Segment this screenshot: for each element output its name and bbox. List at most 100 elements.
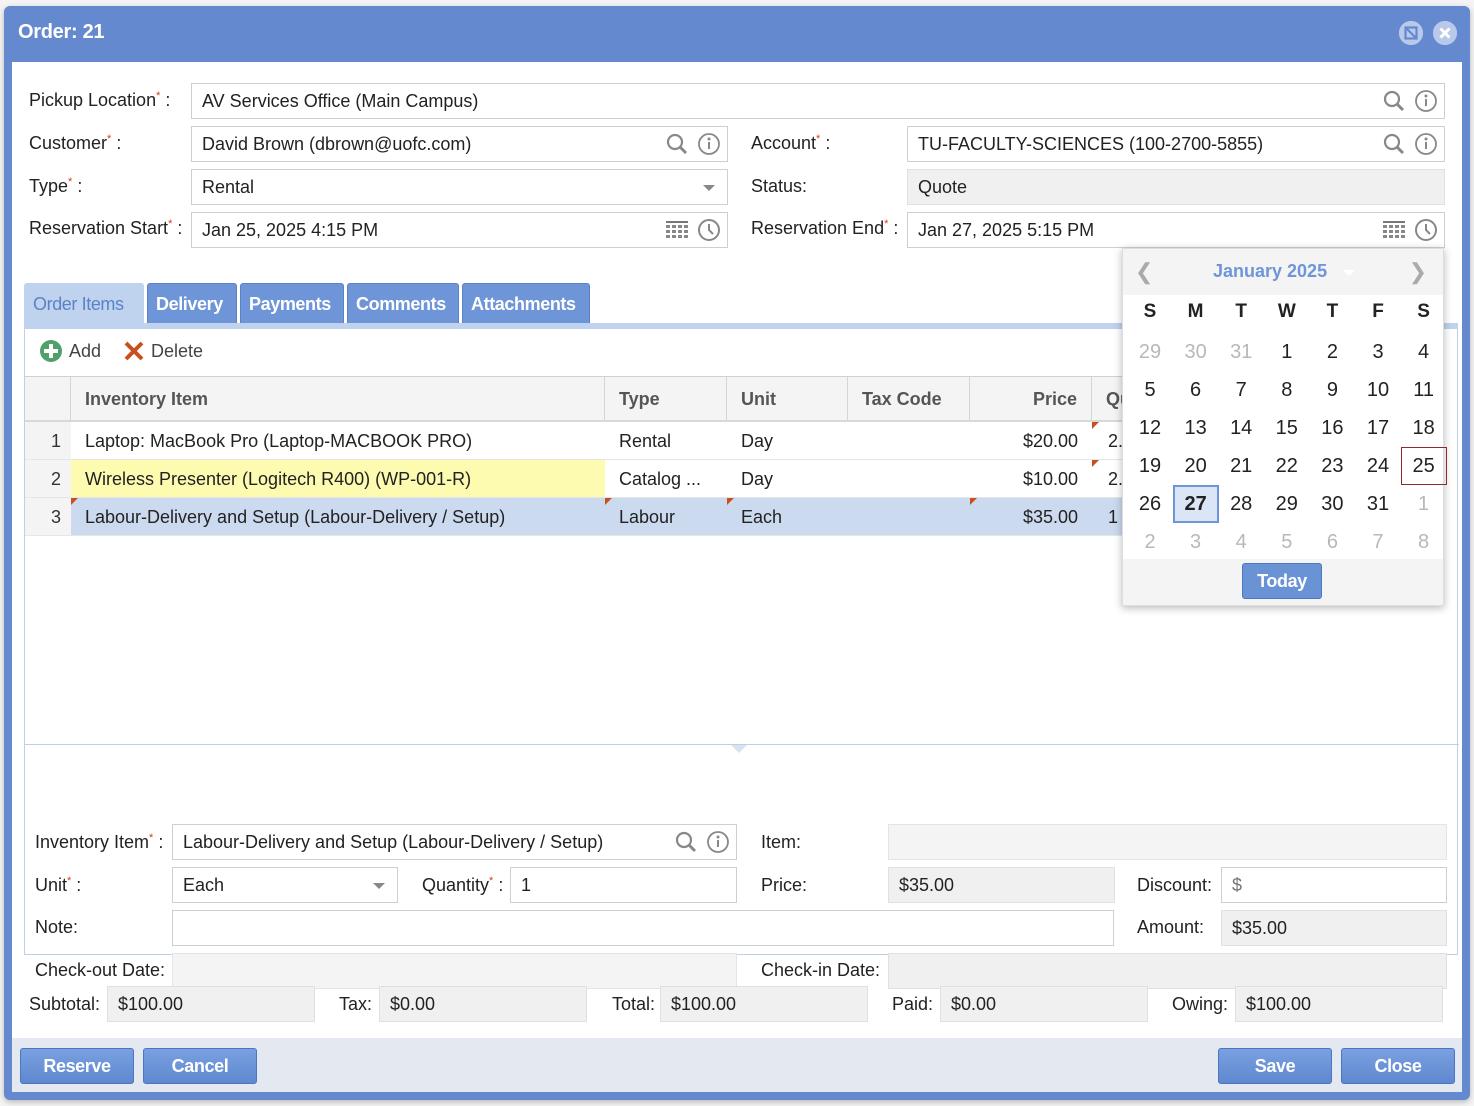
calendar-icon[interactable] — [665, 218, 689, 242]
column-header-unit[interactable]: Unit — [727, 377, 848, 421]
calendar-day[interactable]: 13 — [1173, 409, 1219, 447]
column-header-inventory-item[interactable]: Inventory Item — [71, 377, 605, 421]
collapse-arrow-icon[interactable] — [731, 745, 747, 753]
calendar-day[interactable]: 15 — [1264, 409, 1310, 447]
calendar-day[interactable]: 28 — [1218, 485, 1264, 523]
chevron-down-icon[interactable] — [373, 883, 385, 889]
pickup-location-field[interactable]: AV Services Office (Main Campus) — [191, 83, 1445, 119]
column-header-price[interactable]: Price — [970, 377, 1092, 421]
customer-value: David Brown (dbrown@uofc.com) — [202, 134, 472, 154]
calendar-day[interactable]: 7 — [1355, 523, 1401, 561]
calendar-day[interactable]: 14 — [1218, 409, 1264, 447]
calendar-day[interactable]: 24 — [1355, 447, 1401, 485]
type-select[interactable]: Rental — [191, 169, 728, 205]
calendar-day[interactable]: 3 — [1355, 333, 1401, 371]
calendar-day[interactable]: 26 — [1127, 485, 1173, 523]
calendar-day[interactable]: 31 — [1218, 333, 1264, 371]
calendar-day[interactable]: 30 — [1173, 333, 1219, 371]
inventory-item-field[interactable]: Labour-Delivery and Setup (Labour-Delive… — [172, 824, 737, 860]
calendar-day[interactable]: 29 — [1127, 333, 1173, 371]
table-row[interactable]: 1 Laptop: MacBook Pro (Laptop-MACBOOK PRO… — [25, 422, 1125, 460]
note-field[interactable] — [172, 910, 1114, 946]
discount-input[interactable] — [1221, 867, 1447, 903]
table-row[interactable]: 3 Labour-Delivery and Setup (Labour-Deliv… — [25, 498, 1125, 536]
calendar-day[interactable]: 6 — [1309, 523, 1355, 561]
calendar-day[interactable]: 10 — [1355, 371, 1401, 409]
column-header-tax-code[interactable]: Tax Code — [848, 377, 970, 421]
window-titlebar[interactable]: Order: 21 — [4, 6, 1470, 62]
calendar-day[interactable]: 4 — [1218, 523, 1264, 561]
account-field[interactable]: TU-FACULTY-SCIENCES (100-2700-5855) — [907, 126, 1445, 162]
search-icon[interactable] — [665, 132, 689, 156]
tab-comments[interactable]: Comments — [347, 283, 459, 323]
calendar-day[interactable]: 19 — [1127, 447, 1173, 485]
search-icon[interactable] — [674, 830, 698, 854]
calendar-day-selected[interactable]: 27 — [1172, 485, 1219, 523]
quantity-field[interactable]: 1 — [510, 867, 737, 903]
save-button[interactable]: Save — [1218, 1048, 1332, 1084]
minimize-icon[interactable] — [1399, 21, 1423, 45]
calendar-day[interactable]: 17 — [1355, 409, 1401, 447]
calendar-day[interactable]: 16 — [1309, 409, 1355, 447]
status-field: Quote — [907, 169, 1445, 205]
calendar-day[interactable]: 1 — [1264, 333, 1310, 371]
tab-attachments[interactable]: Attachments — [462, 283, 590, 323]
chevron-down-icon[interactable] — [703, 185, 715, 191]
calendar-day[interactable]: 29 — [1264, 485, 1310, 523]
reserve-button[interactable]: Reserve — [20, 1048, 134, 1084]
table-row[interactable]: 2 Wireless Presenter (Logitech R400) (WP-… — [25, 460, 1125, 498]
info-icon[interactable] — [697, 132, 721, 156]
calendar-day[interactable]: 8 — [1401, 523, 1447, 561]
tab-order-items[interactable]: Order Items — [24, 283, 144, 323]
calendar-icon[interactable] — [1382, 218, 1406, 242]
calendar-day[interactable]: 2 — [1127, 523, 1173, 561]
delete-button[interactable]: Delete — [123, 340, 203, 362]
calendar-day[interactable]: 12 — [1127, 409, 1173, 447]
add-button[interactable]: Add — [39, 339, 101, 363]
calendar-day[interactable]: 6 — [1173, 371, 1219, 409]
month-year-selector[interactable]: January 2025 — [1213, 261, 1327, 282]
close-icon[interactable] — [1433, 21, 1457, 45]
clock-icon[interactable] — [697, 218, 721, 242]
search-icon[interactable] — [1382, 132, 1406, 156]
chevron-right-icon[interactable]: ❯ — [1409, 259, 1427, 285]
status-value: Quote — [918, 177, 968, 197]
calendar-day[interactable]: 4 — [1401, 333, 1447, 371]
calendar-day[interactable]: 30 — [1309, 485, 1355, 523]
tab-delivery[interactable]: Delivery — [147, 283, 237, 323]
column-header-type[interactable]: Type — [605, 377, 727, 421]
date-picker-header: ❮ January 2025 ❯ — [1123, 249, 1443, 295]
calendar-day[interactable]: 11 — [1401, 371, 1447, 409]
clock-icon[interactable] — [1414, 218, 1438, 242]
calendar-day[interactable]: 7 — [1218, 371, 1264, 409]
info-icon[interactable] — [1414, 132, 1438, 156]
calendar-day[interactable]: 22 — [1264, 447, 1310, 485]
calendar-day[interactable]: 20 — [1173, 447, 1219, 485]
chevron-left-icon[interactable]: ❮ — [1135, 259, 1153, 285]
calendar-day[interactable]: 3 — [1173, 523, 1219, 561]
unit-select[interactable]: Each — [172, 867, 398, 903]
cell-type: Rental — [619, 431, 672, 451]
calendar-day[interactable]: 18 — [1401, 409, 1447, 447]
reservation-end-field[interactable]: Jan 27, 2025 5:15 PM — [907, 212, 1445, 248]
calendar-day[interactable]: 23 — [1309, 447, 1355, 485]
calendar-day[interactable]: 8 — [1264, 371, 1310, 409]
close-button[interactable]: Close — [1341, 1048, 1455, 1084]
info-icon[interactable] — [706, 830, 730, 854]
today-button[interactable]: Today — [1242, 563, 1322, 599]
calendar-day[interactable]: 31 — [1355, 485, 1401, 523]
calendar-day[interactable]: 1 — [1401, 485, 1447, 523]
tab-payments[interactable]: Payments — [240, 283, 344, 323]
unit-label: Unit* : — [35, 875, 82, 895]
reservation-start-field[interactable]: Jan 25, 2025 4:15 PM — [191, 212, 728, 248]
calendar-day[interactable]: 5 — [1264, 523, 1310, 561]
search-icon[interactable] — [1382, 89, 1406, 113]
info-icon[interactable] — [1414, 89, 1438, 113]
calendar-day[interactable]: 21 — [1218, 447, 1264, 485]
calendar-day[interactable]: 5 — [1127, 371, 1173, 409]
calendar-day-today[interactable]: 25 — [1400, 447, 1447, 485]
calendar-day[interactable]: 9 — [1309, 371, 1355, 409]
cancel-button[interactable]: Cancel — [143, 1048, 257, 1084]
calendar-day[interactable]: 2 — [1309, 333, 1355, 371]
customer-field[interactable]: David Brown (dbrown@uofc.com) — [191, 126, 728, 162]
